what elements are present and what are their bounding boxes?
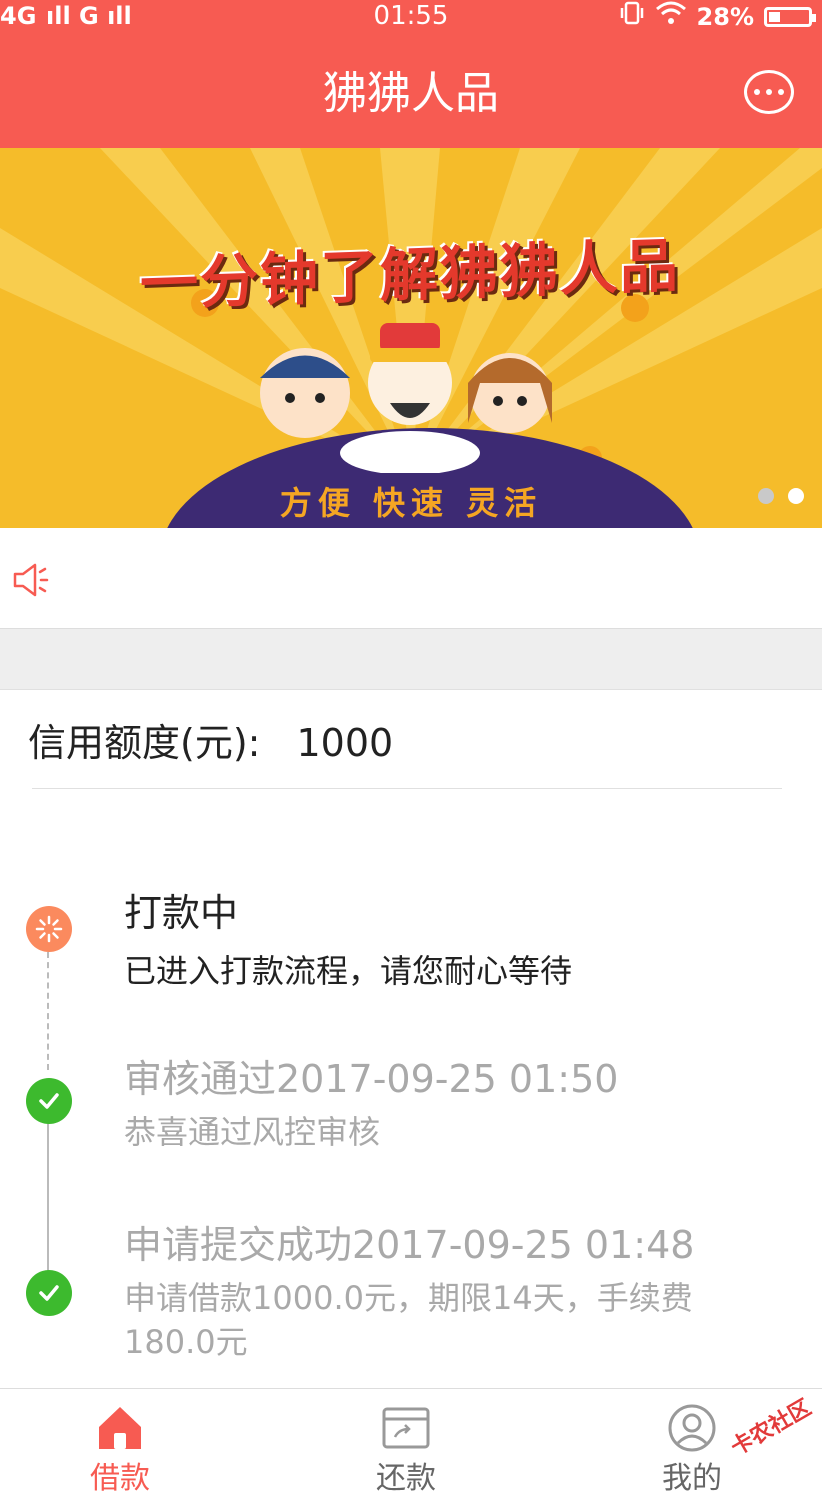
timeline-desc: 恭喜通过风控审核 (124, 1113, 381, 1151)
divider (32, 788, 782, 789)
status-bar: 4G ıll G ıll 01:55 28% (0, 0, 822, 32)
card-icon (381, 1403, 431, 1457)
check-icon (26, 1270, 72, 1316)
status-right: 28% (619, 0, 816, 34)
battery-icon (764, 7, 816, 27)
credit-label: 信用额度(元): (28, 721, 261, 765)
timeline-title: 打款中 (124, 891, 239, 935)
credit-value: 1000 (296, 721, 394, 765)
banner-tagline: 方便 快速 灵活 (279, 484, 543, 522)
wifi-icon (655, 0, 687, 34)
tab-label: 借款 (90, 1461, 150, 1496)
chat-bubble-icon[interactable] (744, 70, 794, 114)
vibrate-icon (619, 0, 645, 34)
tab-bar: 借款 还款 我的 (0, 1388, 822, 1501)
home-icon (95, 1403, 145, 1457)
banner-pager[interactable] (758, 488, 804, 504)
notice-bar (0, 528, 822, 629)
timeline-title: 审核通过2017-09-25 01:50 (124, 1057, 619, 1101)
pager-dot-active[interactable] (788, 488, 804, 504)
timeline-title: 申请提交成功2017-09-25 01:48 (124, 1223, 695, 1267)
timeline-connector-dashed (47, 952, 49, 1070)
timeline-desc: 申请借款1000.0元，期限14天，手续费180.0元 (124, 1279, 693, 1361)
promo-banner[interactable]: 一分钟了解狒狒人品 方便 快速 灵活 (0, 148, 822, 528)
tab-label: 我的 (662, 1461, 722, 1496)
battery-percent: 28% (696, 3, 754, 31)
timeline-connector (47, 1120, 49, 1280)
tab-label: 还款 (376, 1461, 436, 1496)
speaker-icon (12, 560, 52, 604)
section-separator (0, 629, 822, 690)
nav-bar: 狒狒人品 (0, 32, 822, 148)
check-icon (26, 1078, 72, 1124)
timeline-desc: 已进入打款流程，请您耐心等待 (124, 952, 573, 990)
credit-limit: 信用额度(元): 1000 (28, 712, 393, 767)
pager-dot[interactable] (758, 488, 774, 504)
tab-borrow[interactable]: 借款 (40, 1389, 200, 1501)
page-title: 狒狒人品 (323, 68, 499, 119)
clock-icon (26, 906, 72, 952)
cartoon-characters (260, 323, 552, 473)
tab-repay[interactable]: 还款 (326, 1389, 486, 1501)
user-icon (667, 1403, 717, 1457)
